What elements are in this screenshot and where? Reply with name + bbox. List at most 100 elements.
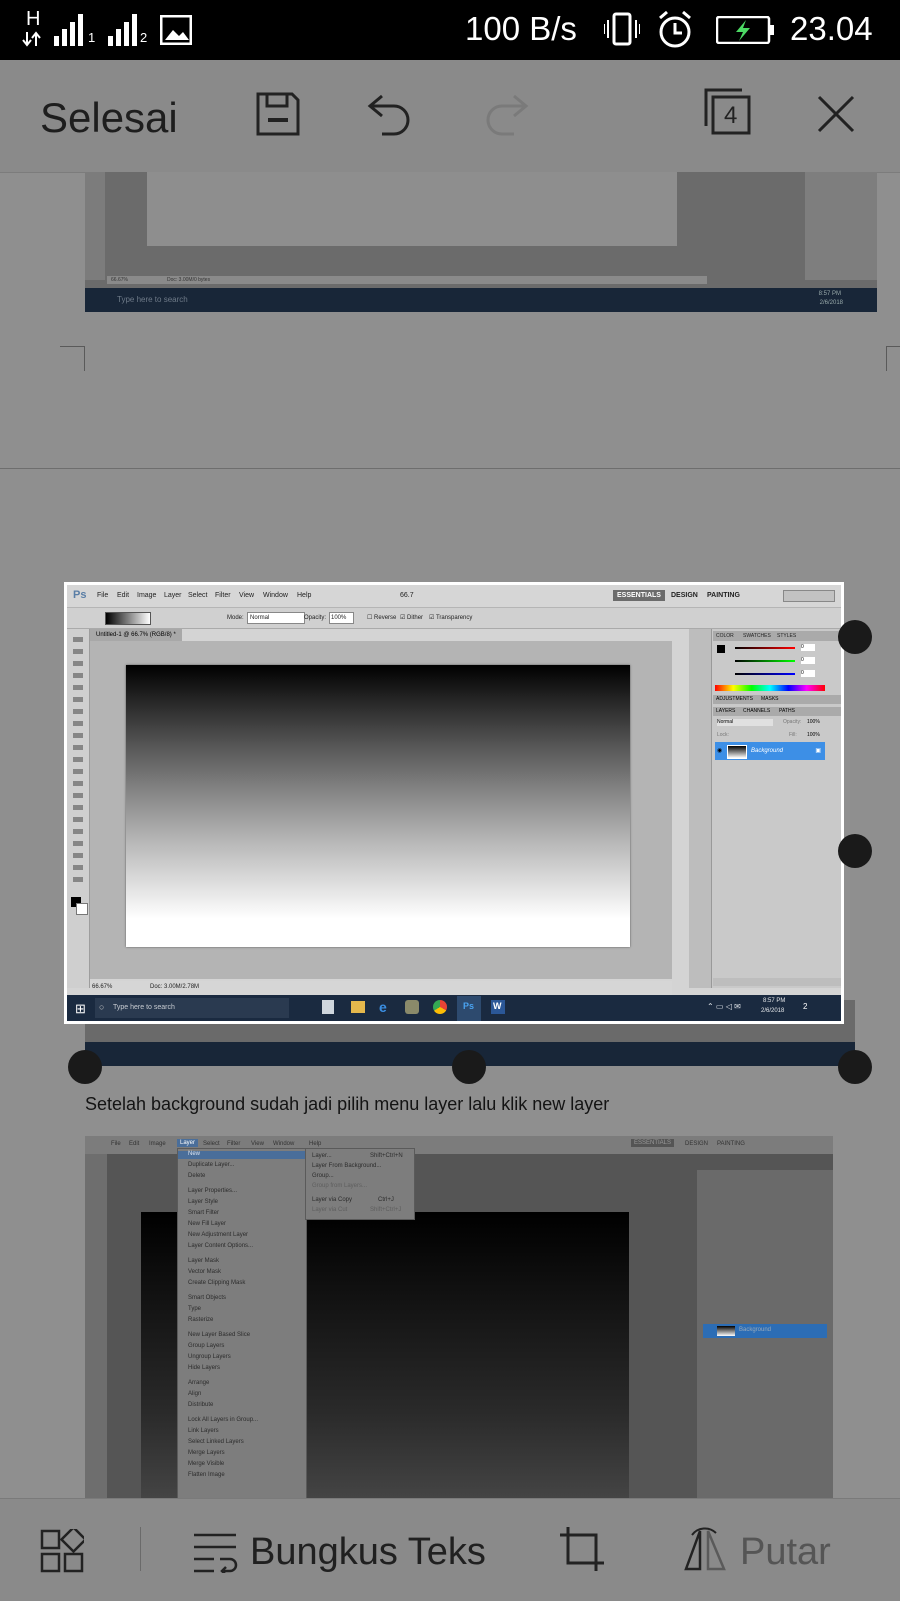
notification-badge[interactable]: 2: [803, 1002, 807, 1011]
chrome-icon[interactable]: [433, 1000, 447, 1014]
menu-edit[interactable]: Edit: [117, 592, 129, 599]
layer-row-background[interactable]: ◉ Background ▣: [715, 742, 825, 760]
menu-help[interactable]: Help: [297, 592, 311, 599]
layer-menu-item[interactable]: New Layer Based Slice: [188, 1332, 250, 1338]
photoshop-taskbar-icon[interactable]: Ps: [457, 996, 481, 1021]
blue-value[interactable]: 0: [801, 670, 815, 677]
taskbar-time[interactable]: 8:57 PM: [763, 998, 785, 1004]
layer-menu-item[interactable]: Layer Content Options...: [188, 1243, 253, 1249]
layer-menu-item[interactable]: New Adjustment Layer: [188, 1232, 248, 1238]
done-button[interactable]: Selesai: [40, 94, 178, 142]
submenu-item[interactable]: Layer...: [312, 1153, 332, 1159]
fg-swatch[interactable]: [717, 645, 725, 653]
layer-menu-item[interactable]: Merge Visible: [188, 1461, 224, 1467]
layout-icon[interactable]: [40, 1525, 88, 1578]
taskbar-date[interactable]: 2/6/2018: [761, 1008, 784, 1014]
layers-tabs[interactable]: LAYERS CHANNELS PATHS: [713, 707, 841, 716]
resize-handle-bottom-left[interactable]: [68, 1050, 102, 1084]
green-slider[interactable]: [735, 660, 795, 662]
gradient-canvas[interactable]: [126, 665, 630, 947]
top-screenshot[interactable]: 66.67% Doc: 3.00M/0 bytes Type here to s…: [85, 172, 877, 312]
workspace-painting[interactable]: PAINTING: [707, 592, 740, 599]
layer-menu-item[interactable]: Arrange: [188, 1380, 209, 1386]
menu-layer[interactable]: Layer: [164, 592, 182, 599]
menu-select[interactable]: Select: [188, 592, 207, 599]
rotate-button[interactable]: Putar: [740, 1531, 831, 1574]
panel-dock-icons[interactable]: [689, 629, 712, 988]
layer-menu-item[interactable]: Group Layers: [188, 1343, 224, 1349]
resize-handle-right[interactable]: [838, 834, 872, 868]
gradient-picker[interactable]: [105, 612, 151, 625]
layer-menu-item[interactable]: Smart Filter: [188, 1210, 219, 1216]
submenu-item[interactable]: Layer From Background...: [312, 1163, 381, 1169]
menu-view[interactable]: View: [239, 592, 254, 599]
submenu-item[interactable]: Group from Layers...: [312, 1183, 367, 1189]
tray-icons[interactable]: ⌃ ▭ ◁ ✉: [707, 1002, 741, 1011]
blue-slider[interactable]: [735, 673, 795, 675]
dither-checkbox[interactable]: ☑ Dither: [400, 614, 423, 621]
layer-menu-item[interactable]: Hide Layers: [188, 1365, 220, 1371]
resize-handle-bottom[interactable]: [452, 1050, 486, 1084]
redo-icon[interactable]: [480, 90, 530, 138]
resize-handle-bottom-right[interactable]: [838, 1050, 872, 1084]
layer-menu-item[interactable]: Create Clipping Mask: [188, 1280, 245, 1286]
layer-fill[interactable]: 100%: [807, 732, 820, 738]
layer-menu-item[interactable]: Duplicate Layer...: [188, 1162, 234, 1168]
transparency-checkbox[interactable]: ☑ Transparency: [429, 614, 472, 621]
submenu-item[interactable]: Layer via Copy: [312, 1197, 352, 1203]
layer-menu-item[interactable]: Rasterize: [188, 1317, 213, 1323]
wrap-text-icon[interactable]: [192, 1531, 238, 1578]
crop-icon[interactable]: [558, 1525, 606, 1578]
bottom-screenshot[interactable]: File Edit Image Layer Select Filter View…: [85, 1136, 833, 1498]
layer-menu-item[interactable]: New: [188, 1151, 200, 1157]
menu-image[interactable]: Image: [137, 592, 156, 599]
close-icon[interactable]: [816, 94, 856, 134]
workspace-design[interactable]: DESIGN: [671, 592, 698, 599]
rotate-icon[interactable]: [682, 1525, 728, 1578]
layer-menu-item[interactable]: Link Layers: [188, 1428, 219, 1434]
layer-blend-mode[interactable]: Normal: [717, 719, 773, 726]
menu-file[interactable]: File: [97, 592, 108, 599]
body-text[interactable]: Setelah background sudah jadi pilih menu…: [85, 1094, 609, 1115]
windows-start-icon[interactable]: ⊞: [75, 1001, 86, 1017]
submenu-item[interactable]: Group...: [312, 1173, 334, 1179]
layer-menu-item[interactable]: Layer Properties...: [188, 1188, 237, 1194]
undo-icon[interactable]: [366, 90, 416, 138]
layer-menu-item[interactable]: Align: [188, 1391, 201, 1397]
layer-menu-item[interactable]: Lock All Layers in Group...: [188, 1417, 258, 1423]
color-panel-tabs[interactable]: COLOR SWATCHES STYLES: [713, 631, 841, 641]
layer-menu-item[interactable]: Layer Mask: [188, 1258, 219, 1264]
tool-icons[interactable]: [73, 637, 83, 887]
layer-actions[interactable]: [713, 978, 841, 986]
red-value[interactable]: 0: [801, 644, 815, 651]
word-icon[interactable]: W: [491, 1000, 505, 1014]
workspace-essentials[interactable]: ESSENTIALS: [613, 590, 665, 601]
layer-menu-item[interactable]: Vector Mask: [188, 1269, 221, 1275]
pages-icon[interactable]: 4: [704, 88, 752, 136]
background-color-swatch[interactable]: [76, 903, 88, 915]
selected-screenshot[interactable]: Ps File Edit Image Layer Select Filter V…: [64, 582, 844, 1024]
store-icon[interactable]: [322, 1000, 334, 1014]
eye-icon[interactable]: ◉: [717, 747, 722, 754]
layer-menu-item[interactable]: Select Linked Layers: [188, 1439, 244, 1445]
menu-filter[interactable]: Filter: [215, 592, 231, 599]
edge-icon[interactable]: e: [379, 999, 387, 1015]
zoom-menu[interactable]: 66.7: [400, 592, 414, 599]
window-controls[interactable]: [783, 590, 835, 602]
submenu-item[interactable]: Layer via Cut: [312, 1207, 347, 1213]
adjustments-tabs[interactable]: ADJUSTMENTS MASKS: [713, 695, 841, 704]
layer-menu-item[interactable]: Layer Style: [188, 1199, 218, 1205]
file-explorer-icon[interactable]: [351, 1001, 365, 1013]
layer-menu-item[interactable]: Ungroup Layers: [188, 1354, 231, 1360]
reverse-checkbox[interactable]: ☐ Reverse: [367, 614, 396, 621]
mode-select[interactable]: Normal: [247, 612, 305, 624]
wrap-text-button[interactable]: Bungkus Teks: [250, 1531, 486, 1574]
layer-menu-item[interactable]: Type: [188, 1306, 201, 1312]
green-value[interactable]: 0: [801, 657, 815, 664]
layer-opacity[interactable]: 100%: [807, 719, 820, 725]
menu-window[interactable]: Window: [263, 592, 288, 599]
taskbar-search[interactable]: ○ Type here to search: [95, 998, 289, 1018]
document-tab[interactable]: Untitled-1 @ 66.7% (RGB/8) *: [90, 629, 182, 641]
opacity-field[interactable]: 100%: [329, 612, 354, 624]
color-ramp[interactable]: [715, 685, 825, 691]
